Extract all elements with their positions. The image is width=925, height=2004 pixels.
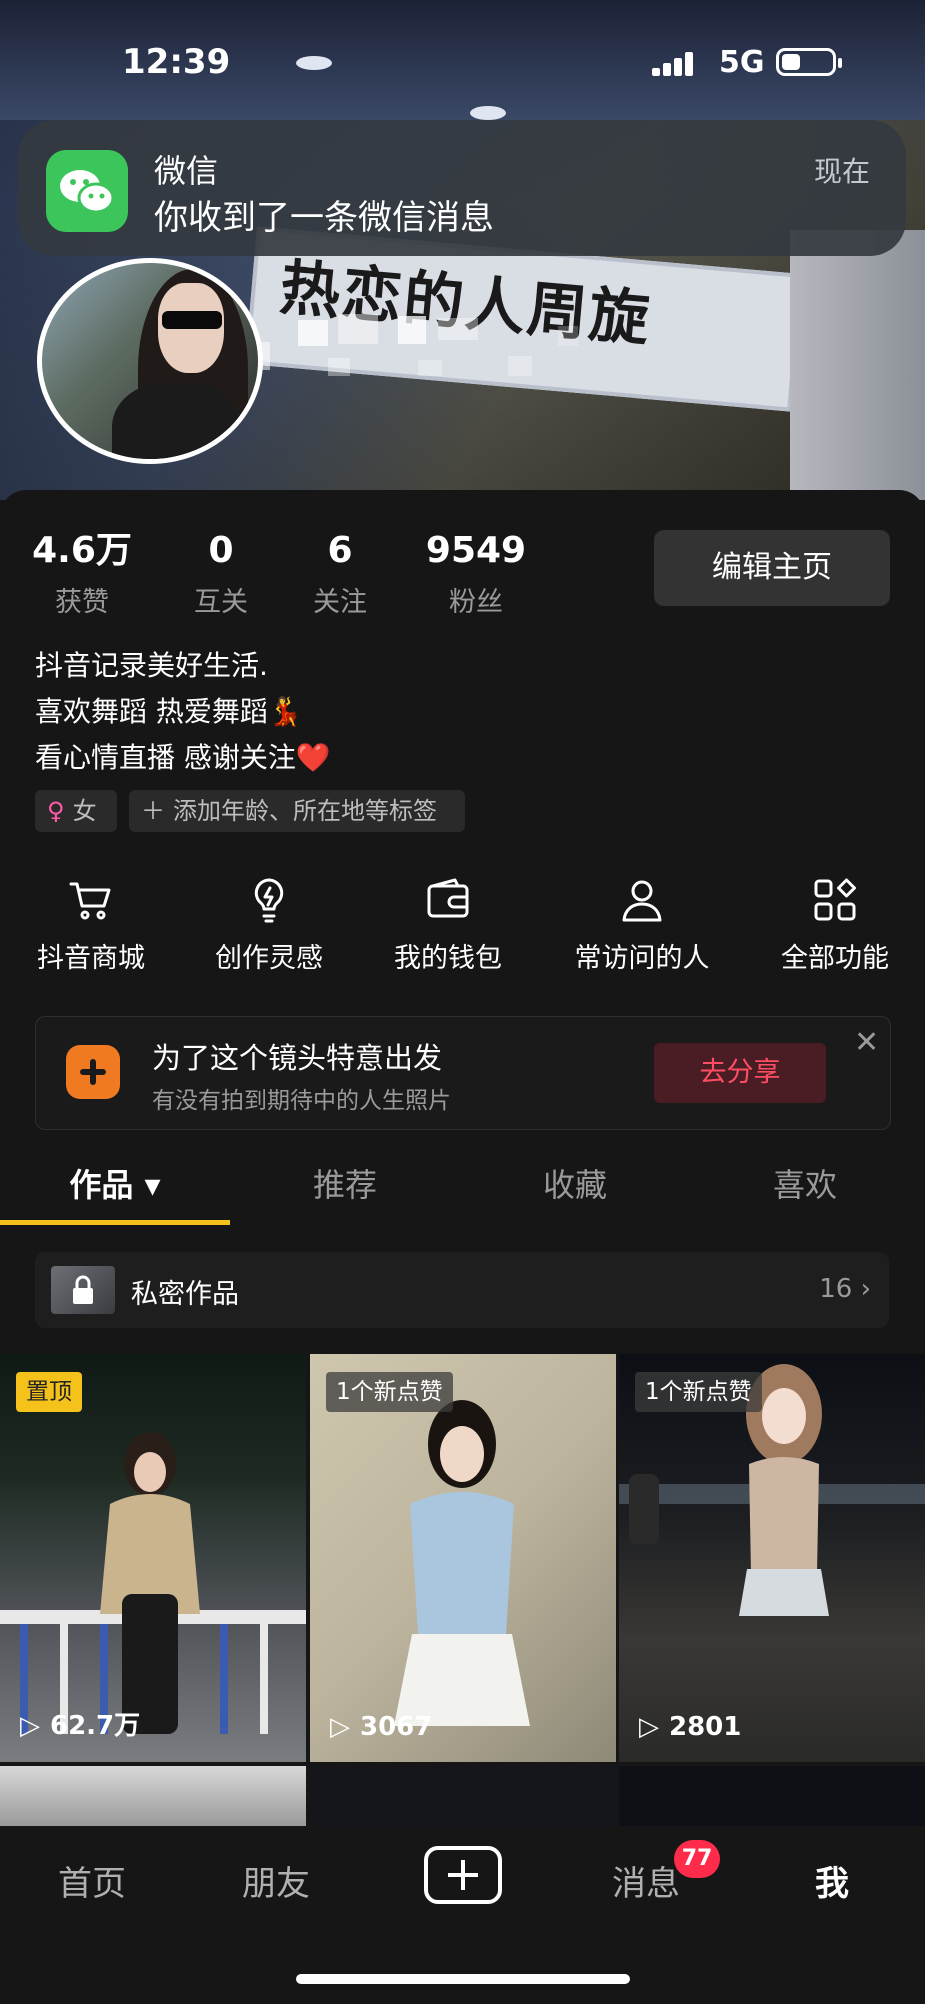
cover-lamp	[296, 56, 332, 70]
network-type: 5G	[719, 45, 765, 80]
camera-icon	[66, 1045, 120, 1099]
wallet-label: 我的钱包	[394, 943, 502, 974]
video-thumbnail[interactable]	[619, 1766, 925, 1826]
pinned-badge: 置顶	[16, 1372, 82, 1412]
avatar-body	[112, 383, 242, 459]
new-like-badge: 1个新点赞	[326, 1372, 453, 1412]
play-icon: ▷	[20, 1711, 40, 1741]
create-post-button[interactable]	[424, 1846, 502, 1904]
video-thumbnail[interactable]: 1个新点赞 ▷ 2801	[619, 1354, 925, 1762]
close-icon[interactable]: ✕	[854, 1025, 879, 1060]
nav-friends[interactable]: 朋友	[216, 1856, 336, 1905]
video-thumbnail-art	[0, 1432, 306, 1734]
frequent-visitors-entry[interactable]: 常访问的人	[557, 876, 727, 975]
private-works-count: 16 ›	[819, 1274, 871, 1304]
bio-line: 抖音记录美好生活.	[35, 649, 268, 682]
gender-tag[interactable]: ♀ 女	[35, 790, 117, 832]
all-functions-entry[interactable]: 全部功能	[750, 876, 920, 975]
wechat-notification[interactable]: 微信 你收到了一条微信消息 现在	[18, 120, 906, 256]
lightbulb-icon	[245, 876, 293, 924]
stat-value: 4.6万	[32, 530, 132, 571]
inspiration-label: 创作灵感	[215, 943, 323, 974]
grid-icon	[811, 876, 859, 924]
active-tab-indicator	[0, 1220, 230, 1225]
username-mosaic	[258, 296, 598, 386]
bio-line: 看心情直播 感谢关注❤️	[35, 741, 331, 774]
private-works-label: 私密作品	[131, 1279, 239, 1310]
add-tags-label: 添加年龄、所在地等标签	[173, 797, 437, 825]
avatar-sunglasses	[162, 311, 222, 329]
bio-line: 喜欢舞蹈 热爱舞蹈💃	[35, 695, 303, 728]
tab-works[interactable]: 作品 ▾	[0, 1160, 230, 1206]
stat-following[interactable]: 6 关注	[295, 530, 385, 619]
tab-recommend[interactable]: 推荐	[230, 1160, 460, 1206]
stat-label: 获赞	[55, 587, 109, 618]
notification-app-name: 微信	[154, 152, 219, 190]
battery-icon	[776, 48, 842, 76]
wallet-icon	[424, 876, 472, 924]
tab-likes[interactable]: 喜欢	[690, 1160, 920, 1206]
add-tags-button[interactable]: ＋ 添加年龄、所在地等标签	[129, 790, 465, 832]
view-count-value: 62.7万	[50, 1711, 141, 1741]
all-functions-label: 全部功能	[781, 943, 889, 974]
nav-me[interactable]: 我	[772, 1856, 892, 1905]
video-thumbnail[interactable]	[310, 1766, 616, 1826]
inspiration-entry[interactable]: 创作灵感	[184, 876, 354, 975]
lock-icon	[73, 1275, 93, 1304]
nav-home[interactable]: 首页	[32, 1856, 152, 1905]
view-count-value: 2801	[669, 1712, 742, 1742]
tab-favorites[interactable]: 收藏	[460, 1160, 690, 1206]
stat-value: 9549	[425, 530, 527, 571]
view-count-value: 3067	[360, 1712, 433, 1742]
new-like-badge: 1个新点赞	[635, 1372, 762, 1412]
notification-message: 你收到了一条微信消息	[154, 198, 494, 238]
video-thumbnail-art	[394, 1400, 530, 1726]
shop-entry[interactable]: 抖音商城	[6, 876, 176, 975]
wechat-icon	[46, 150, 128, 232]
play-icon: ▷	[330, 1712, 350, 1742]
shop-label: 抖音商城	[37, 943, 145, 974]
female-icon: ♀	[47, 797, 65, 825]
view-count: ▷ 2801	[639, 1712, 741, 1742]
stat-value: 0	[208, 530, 234, 571]
cover-pole	[790, 230, 925, 500]
stat-mutual[interactable]: 0 互关	[176, 530, 266, 619]
share-button[interactable]: 去分享	[654, 1043, 826, 1103]
signal-icon	[652, 52, 693, 76]
video-thumbnail[interactable]	[0, 1766, 306, 1826]
share-promo-card[interactable]: 为了这个镜头特意出发 有没有拍到期待中的人生照片 去分享 ✕	[35, 1016, 891, 1130]
wallet-entry[interactable]: 我的钱包	[363, 876, 533, 975]
home-indicator[interactable]	[296, 1974, 630, 1984]
plus-icon: ＋	[141, 797, 165, 825]
stat-label: 关注	[313, 587, 367, 618]
view-count: ▷ 62.7万	[20, 1705, 140, 1742]
stat-label: 粉丝	[449, 587, 503, 618]
private-works-row[interactable]: 私密作品 16 ›	[35, 1252, 889, 1328]
private-thumbnail	[51, 1266, 115, 1314]
status-time: 12:39	[122, 42, 231, 82]
play-icon: ▷	[639, 1712, 659, 1742]
stat-followers[interactable]: 9549 粉丝	[425, 530, 527, 619]
view-count: ▷ 3067	[330, 1712, 432, 1742]
gender-label: 女	[72, 797, 97, 825]
person-icon	[618, 876, 666, 924]
avatar[interactable]	[37, 258, 263, 464]
video-thumbnail[interactable]: 置顶 ▷ 62.7万	[0, 1354, 306, 1762]
stat-likes[interactable]: 4.6万 获赞	[30, 530, 134, 619]
cover-lamp	[470, 106, 506, 120]
stat-value: 6	[327, 530, 353, 571]
video-thumbnail[interactable]: 1个新点赞 ▷ 3067	[310, 1354, 616, 1762]
promo-subtitle: 有没有拍到期待中的人生照片	[152, 1088, 451, 1114]
edit-profile-button[interactable]: 编辑主页	[654, 530, 890, 606]
stat-label: 互关	[194, 587, 248, 618]
cart-icon	[67, 876, 115, 924]
notification-time: 现在	[813, 155, 870, 188]
video-thumbnail-art	[619, 1364, 925, 1616]
promo-title: 为了这个镜头特意出发	[152, 1041, 443, 1075]
frequent-visitors-label: 常访问的人	[574, 943, 710, 974]
messages-badge: 77	[674, 1840, 720, 1878]
